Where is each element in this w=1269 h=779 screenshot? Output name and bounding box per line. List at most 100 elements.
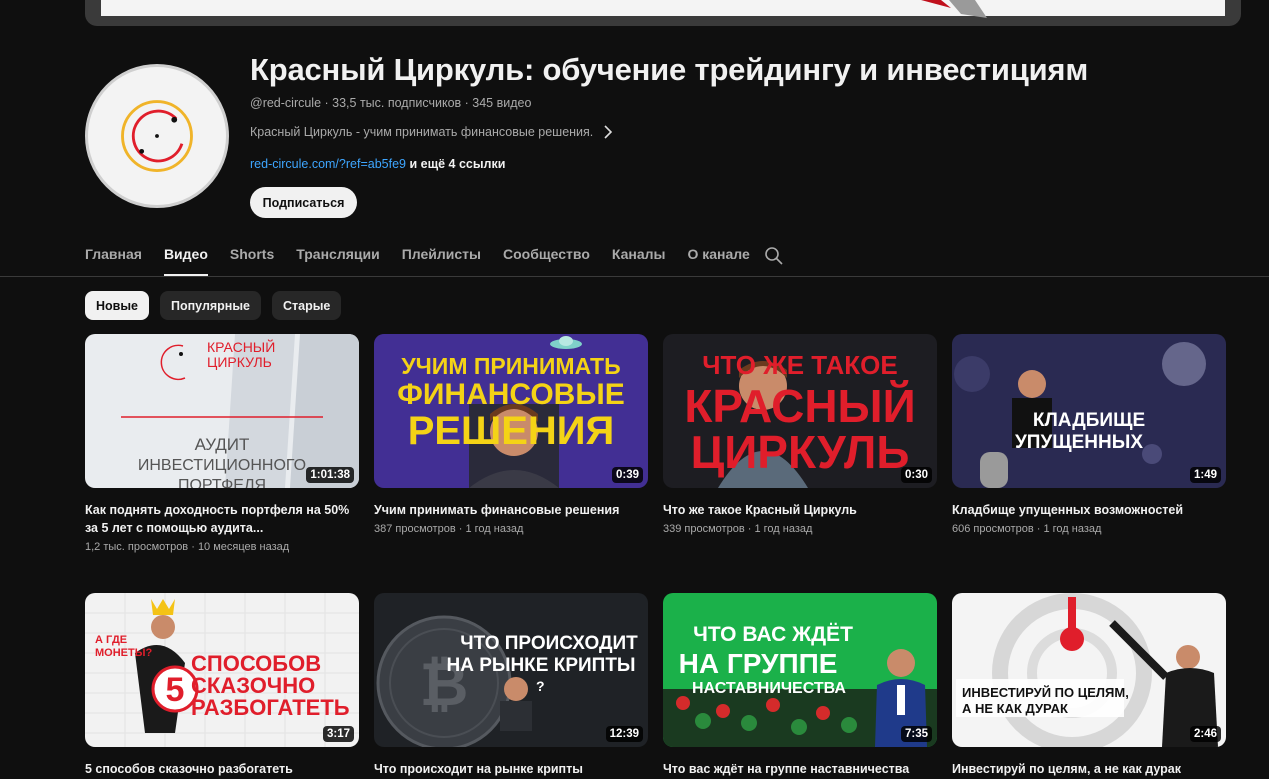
chip-popular[interactable]: Популярные xyxy=(159,291,261,320)
video-meta: 387 просмотров · 1 год назад xyxy=(374,523,648,535)
thumb-text: РЕШЕНИЯ xyxy=(408,409,615,453)
video-duration: 1:49 xyxy=(1189,467,1221,483)
video-duration: 7:35 xyxy=(900,726,932,742)
thumb-text: КЛАДБИЩЕ xyxy=(1033,410,1145,431)
video-thumbnail[interactable]: КРАСНЫЙ ЦИРКУЛЬ АУДИТ ИНВЕСТИЦИОННОГО ПО… xyxy=(85,334,359,488)
thumb-text: ФИНАНСОВЫЕ xyxy=(397,378,624,411)
thumbnail-image: ЧТО ЖЕ ТАКОЕ КРАСНЫЙ ЦИРКУЛЬ xyxy=(663,334,937,488)
video-age: 1 год назад xyxy=(754,523,813,535)
channel-link[interactable]: red-circule.com/?ref=ab5fe9 xyxy=(250,157,406,171)
thumbnail-image: УЧИМ ПРИНИМАТЬ ФИНАНСОВЫЕ РЕШЕНИЯ xyxy=(374,334,648,488)
meta-separator: · xyxy=(455,523,466,535)
video-count: 345 видео xyxy=(472,96,532,110)
sort-chips: Новые Популярные Старые xyxy=(85,291,342,320)
video-title[interactable]: Инвестируй по целям, а не как дурак xyxy=(952,760,1226,778)
video-title[interactable]: Что вас ждёт на группе наставничества xyxy=(663,760,937,778)
video-duration: 0:39 xyxy=(611,467,643,483)
video-thumbnail[interactable]: УЧИМ ПРИНИМАТЬ ФИНАНСОВЫЕ РЕШЕНИЯ 0:39 xyxy=(374,334,648,488)
channel-banner xyxy=(85,0,1241,26)
video-meta: 1,2 тыс. просмотров · 10 месяцев назад xyxy=(85,541,359,553)
thumb-text: НАСТАВНИЧЕСТВА xyxy=(692,680,846,697)
video-thumbnail[interactable]: ₿ ? ЧТО ПРОИСХОДИТ НА РЫНКЕ КРИПТЫ 12:39 xyxy=(374,593,648,747)
thumb-text: ЧТО ЖЕ ТАКОЕ xyxy=(702,350,897,380)
tab-videos[interactable]: Видео xyxy=(163,238,208,276)
thumb-text: КРАСНЫЙ xyxy=(207,338,275,355)
video-meta: 606 просмотров · 1 год назад xyxy=(952,523,1226,535)
video-title[interactable]: Что происходит на рынке крипты xyxy=(374,760,648,778)
thumb-text: КРАСНЫЙ xyxy=(684,380,915,432)
tabs-divider xyxy=(0,276,1269,277)
video-views: 387 просмотров xyxy=(374,523,456,535)
video-title[interactable]: Как поднять доходность портфеля на 50% з… xyxy=(85,501,359,537)
thumb-text: ЧТО ВАС ЖДЁТ xyxy=(693,623,853,646)
chevron-right-icon[interactable] xyxy=(603,125,613,139)
thumb-text: АУДИТ xyxy=(195,435,250,454)
thumb-text: РАЗБОГАТЕТЬ xyxy=(191,695,350,720)
video-title[interactable]: 5 способов сказочно разбогатеть xyxy=(85,760,359,778)
video-thumbnail[interactable]: КЛАДБИЩЕ УПУЩЕННЫХ 1:49 xyxy=(952,334,1226,488)
video-card[interactable]: КРАСНЫЙ ЦИРКУЛЬ АУДИТ ИНВЕСТИЦИОННОГО ПО… xyxy=(85,334,359,553)
meta-separator: · xyxy=(744,523,755,535)
tab-live[interactable]: Трансляции xyxy=(296,238,379,276)
video-card[interactable]: КЛАДБИЩЕ УПУЩЕННЫХ 1:49 Кладбище упущенн… xyxy=(952,334,1226,535)
description-text: Красный Циркуль - учим принимать финансо… xyxy=(250,125,594,139)
video-views: 1,2 тыс. просмотров xyxy=(85,541,189,553)
video-duration: 1:01:38 xyxy=(306,467,354,483)
thumbnail-image: А ГДЕ МОНЕТЫ? 5 СПОСОБОВ СКАЗОЧНО РАЗБОГ… xyxy=(85,593,359,747)
tab-about[interactable]: О канале xyxy=(687,238,749,276)
search-icon[interactable] xyxy=(764,246,784,266)
meta-separator: · xyxy=(188,541,198,553)
video-views: 606 просмотров xyxy=(952,523,1034,535)
video-duration: 3:17 xyxy=(322,726,354,742)
tab-playlists[interactable]: Плейлисты xyxy=(402,238,481,276)
chip-newest[interactable]: Новые xyxy=(85,291,149,320)
video-age: 1 год назад xyxy=(1043,523,1102,535)
video-card[interactable]: А ГДЕ МОНЕТЫ? 5 СПОСОБОВ СКАЗОЧНО РАЗБОГ… xyxy=(85,593,359,778)
thumb-text: ЦИРКУЛЬ xyxy=(207,354,272,370)
thumbnail-image: ЧТО ВАС ЖДЁТ НА ГРУППЕ НАСТАВНИЧЕСТВА xyxy=(663,593,937,747)
video-age: 1 год назад xyxy=(465,523,524,535)
video-card[interactable]: ₿ ? ЧТО ПРОИСХОДИТ НА РЫНКЕ КРИПТЫ 12:39… xyxy=(374,593,648,778)
subscribe-button[interactable]: Подписаться xyxy=(250,187,357,218)
thumb-text: ЧТО ПРОИСХОДИТ xyxy=(460,633,638,654)
thumbnail-image: ИНВЕСТИРУЙ ПО ЦЕЛЯМ, А НЕ КАК ДУРАК xyxy=(952,593,1226,747)
video-title[interactable]: Что же такое Красный Циркуль xyxy=(663,501,937,519)
meta-separator: · xyxy=(1033,523,1044,535)
video-card[interactable]: ЧТО ЖЕ ТАКОЕ КРАСНЫЙ ЦИРКУЛЬ 0:30 Что же… xyxy=(663,334,937,535)
tab-home[interactable]: Главная xyxy=(85,238,142,276)
thumbnail-image: КЛАДБИЩЕ УПУЩЕННЫХ xyxy=(952,334,1226,488)
thumb-text: ИНВЕСТИЦИОННОГО xyxy=(138,457,306,474)
video-thumbnail[interactable]: ИНВЕСТИРУЙ ПО ЦЕЛЯМ, А НЕ КАК ДУРАК 2:46 xyxy=(952,593,1226,747)
video-thumbnail[interactable]: ЧТО ВАС ЖДЁТ НА ГРУППЕ НАСТАВНИЧЕСТВА 7:… xyxy=(663,593,937,747)
channel-tabs: Главная Видео Shorts Трансляции Плейлист… xyxy=(85,238,783,276)
video-title[interactable]: Учим принимать финансовые решения xyxy=(374,501,648,519)
video-duration: 0:30 xyxy=(900,467,932,483)
thumb-text: ИНВЕСТИРУЙ ПО ЦЕЛЯМ, xyxy=(962,685,1129,700)
banner-logo-mark xyxy=(921,0,987,18)
thumbnail-image: ₿ ? ЧТО ПРОИСХОДИТ НА РЫНКЕ КРИПТЫ xyxy=(374,593,648,747)
channel-avatar[interactable] xyxy=(85,64,229,208)
chip-oldest[interactable]: Старые xyxy=(272,291,342,320)
video-card[interactable]: УЧИМ ПРИНИМАТЬ ФИНАНСОВЫЕ РЕШЕНИЯ 0:39 У… xyxy=(374,334,648,535)
channel-handle: @red-circule xyxy=(250,96,322,110)
video-duration: 12:39 xyxy=(605,726,643,742)
tab-channels[interactable]: Каналы xyxy=(612,238,666,276)
thumb-text: НА РЫНКЕ КРИПТЫ xyxy=(446,655,635,676)
banner-image xyxy=(101,0,1225,18)
video-card[interactable]: ЧТО ВАС ЖДЁТ НА ГРУППЕ НАСТАВНИЧЕСТВА 7:… xyxy=(663,593,937,778)
thumb-text: УПУЩЕННЫХ xyxy=(1015,432,1143,453)
video-views: 339 просмотров xyxy=(663,523,745,535)
thumb-text: ЦИРКУЛЬ xyxy=(691,426,910,478)
video-age: 10 месяцев назад xyxy=(197,541,290,553)
video-meta: 339 просмотров · 1 год назад xyxy=(663,523,937,535)
svg-text:?: ? xyxy=(536,678,545,694)
tab-shorts[interactable]: Shorts xyxy=(230,238,274,276)
channel-description[interactable]: Красный Циркуль - учим принимать финансо… xyxy=(250,125,613,139)
tab-community[interactable]: Сообщество xyxy=(503,238,590,276)
video-thumbnail[interactable]: ЧТО ЖЕ ТАКОЕ КРАСНЫЙ ЦИРКУЛЬ 0:30 xyxy=(663,334,937,488)
video-card[interactable]: ИНВЕСТИРУЙ ПО ЦЕЛЯМ, А НЕ КАК ДУРАК 2:46… xyxy=(952,593,1226,778)
channel-title: Красный Циркуль: обучение трейдингу и ин… xyxy=(250,52,1089,87)
video-thumbnail[interactable]: А ГДЕ МОНЕТЫ? 5 СПОСОБОВ СКАЗОЧНО РАЗБОГ… xyxy=(85,593,359,747)
more-links[interactable]: и ещё 4 ссылки xyxy=(406,157,505,171)
video-title[interactable]: Кладбище упущенных возможностей xyxy=(952,501,1226,519)
